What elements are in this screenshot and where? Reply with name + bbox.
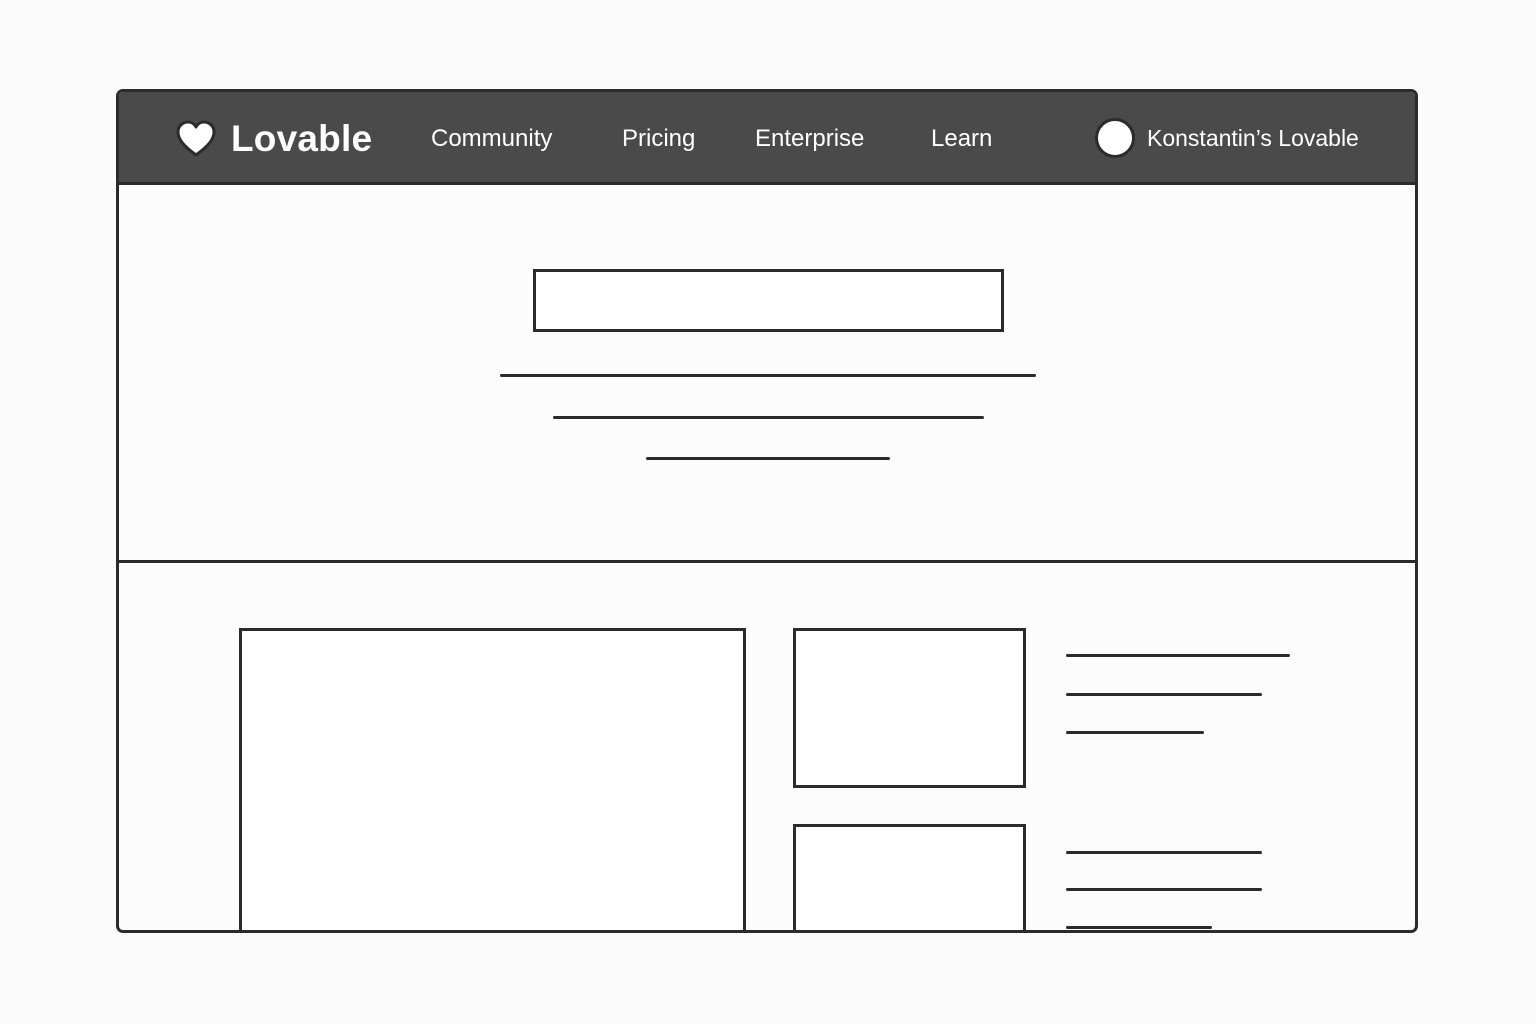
card-text-line (1066, 888, 1262, 891)
avatar (1095, 118, 1135, 158)
nav-link-community[interactable]: Community (431, 124, 552, 154)
card-text-line (1066, 851, 1262, 854)
app-window: Lovable Community Pricing Enterprise Lea… (116, 89, 1418, 933)
card-text-line (1066, 654, 1290, 657)
brand-logo-link[interactable]: Lovable (175, 118, 372, 160)
brand-name: Lovable (231, 118, 373, 159)
hero-section (119, 185, 1415, 563)
hero-text-line (500, 374, 1036, 377)
card-thumbnail-placeholder (793, 824, 1026, 930)
nav-link-learn[interactable]: Learn (931, 124, 992, 154)
hero-text-line (553, 416, 984, 419)
top-navigation-bar: Lovable Community Pricing Enterprise Lea… (119, 92, 1415, 185)
hero-text-line (646, 457, 890, 460)
hero-title-placeholder (533, 269, 1004, 332)
featured-card-placeholder (239, 628, 746, 930)
account-menu[interactable]: Konstantin’s Lovable (1095, 115, 1359, 161)
card-text-line (1066, 926, 1212, 929)
heart-icon (175, 119, 217, 159)
card-text-line (1066, 731, 1204, 734)
nav-link-enterprise[interactable]: Enterprise (755, 124, 864, 154)
page: Lovable Community Pricing Enterprise Lea… (0, 0, 1536, 1024)
card-text-line (1066, 693, 1262, 696)
nav-link-pricing[interactable]: Pricing (622, 124, 695, 154)
content-section (119, 563, 1415, 930)
card-thumbnail-placeholder (793, 628, 1026, 788)
account-name: Konstantin’s Lovable (1147, 125, 1359, 151)
